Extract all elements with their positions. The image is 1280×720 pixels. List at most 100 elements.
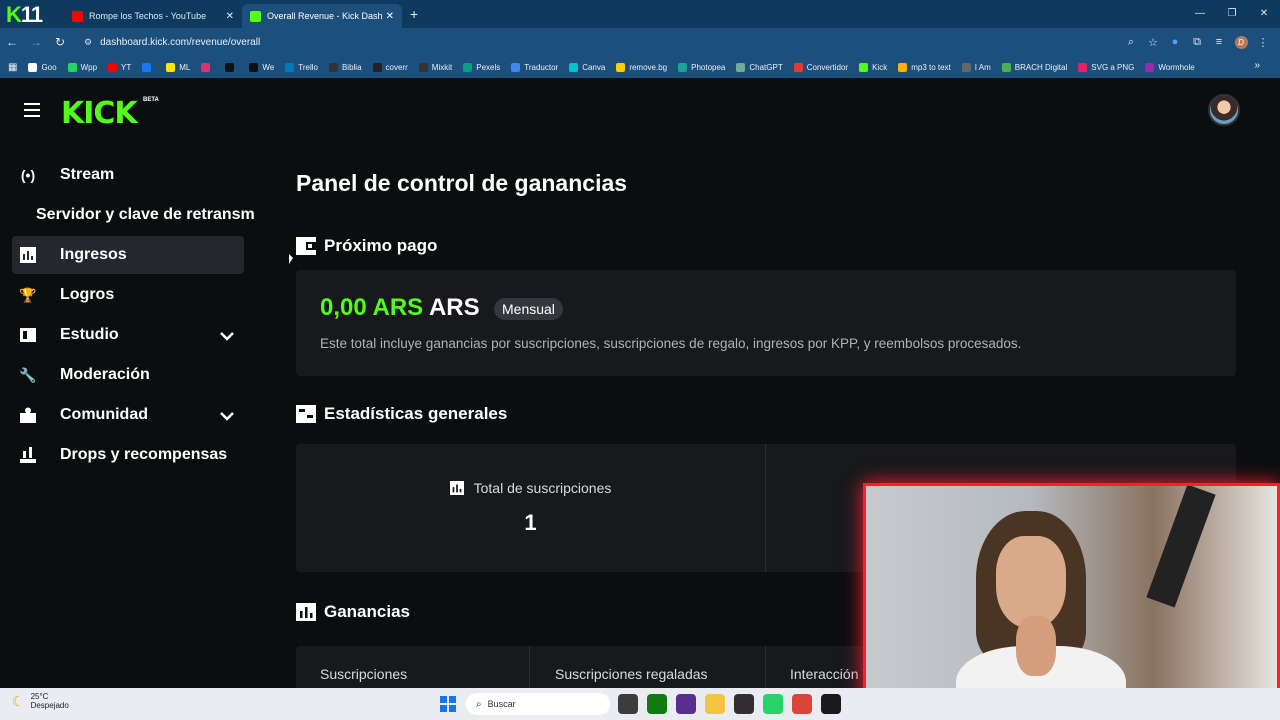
bookmark-favicon-icon xyxy=(463,62,473,72)
streamer-video xyxy=(956,496,1126,717)
weather-widget[interactable]: ☾ 25°C Despejado xyxy=(12,692,69,710)
bookmark-item[interactable]: Canva xyxy=(569,62,605,72)
bookmark-favicon-icon xyxy=(898,62,908,72)
extension-icon[interactable]: ● xyxy=(1164,36,1186,48)
close-icon[interactable]: ✕ xyxy=(226,11,234,22)
user-avatar[interactable] xyxy=(1208,94,1240,126)
bookmark-item[interactable]: I Am xyxy=(961,62,991,72)
sidebar-item-ingresos[interactable]: Ingresos xyxy=(12,236,244,274)
bookmark-label: Traductor xyxy=(524,62,559,72)
search-icon: ⌕ xyxy=(476,698,482,710)
payment-amount: 0,00 ARS ARS xyxy=(320,294,480,321)
whatsapp-icon[interactable] xyxy=(763,694,783,714)
bookmark-item[interactable]: YT xyxy=(108,62,131,72)
chrome-icon[interactable] xyxy=(792,694,812,714)
minimize-icon[interactable]: — xyxy=(1184,0,1216,28)
beta-label: BETA xyxy=(143,97,159,103)
extensions-puzzle-icon[interactable]: ⧉ xyxy=(1186,36,1208,49)
restore-icon[interactable]: ❐ xyxy=(1216,0,1248,28)
menu-icon[interactable]: ⋮ xyxy=(1252,36,1274,49)
new-tab-button[interactable]: + xyxy=(410,6,418,22)
bookmark-item[interactable]: SVG a PNG xyxy=(1078,62,1135,72)
general-stats-heading: Estadísticas generales xyxy=(296,404,507,424)
bookmark-label: SVG a PNG xyxy=(1091,62,1135,72)
community-icon xyxy=(20,407,36,423)
kick-logo[interactable]: KICK xyxy=(61,96,138,131)
windows-start-icon[interactable] xyxy=(440,696,456,712)
bookmark-item[interactable]: Kick xyxy=(859,62,887,72)
forward-icon[interactable]: → xyxy=(24,35,48,49)
bookmark-label: BRACH Digital xyxy=(1014,62,1068,72)
sidebar-item-stream-key[interactable]: Servidor y clave de retransm xyxy=(12,196,262,234)
zoom-icon[interactable]: ⌕ xyxy=(1120,36,1142,49)
bookmark-item[interactable]: coverr xyxy=(372,62,408,72)
bookmark-item[interactable]: ChatGPT xyxy=(736,62,783,72)
taskbar-apps xyxy=(618,694,850,714)
back-icon[interactable]: ← xyxy=(0,35,24,49)
bookmark-item[interactable]: remove.bg xyxy=(616,62,667,72)
reload-icon[interactable]: ↻ xyxy=(48,35,72,49)
bookmark-favicon-icon xyxy=(166,62,176,72)
bookmark-item[interactable]: Wormhole xyxy=(1145,62,1195,72)
bookmark-item[interactable]: Trello xyxy=(285,62,318,72)
file-explorer-icon[interactable] xyxy=(705,694,725,714)
bookmark-item[interactable] xyxy=(201,62,214,72)
sidebar-item-estudio[interactable]: Estudio xyxy=(12,316,262,354)
sidebar-item-comunidad[interactable]: Comunidad xyxy=(12,396,262,434)
bookmark-item[interactable]: Wpp xyxy=(67,62,97,72)
weather-text: Despejado xyxy=(30,701,69,710)
tab-title: Overall Revenue - Kick Dashboard xyxy=(267,11,382,21)
site-info-icon[interactable]: ⚙ xyxy=(84,37,92,48)
sidebar-item-moderacion[interactable]: 🔧 Moderación xyxy=(12,356,262,394)
close-window-icon[interactable]: ✕ xyxy=(1248,0,1280,28)
bookmark-item[interactable]: BRACH Digital xyxy=(1001,62,1068,72)
address-bar: ← → ↻ ⚙ dashboard.kick.com/revenue/overa… xyxy=(0,28,1280,56)
bookmark-item[interactable]: Photopea xyxy=(678,62,725,72)
bookmark-label: Trello xyxy=(298,62,318,72)
section-title: Ganancias xyxy=(324,602,410,621)
profile-icon[interactable]: D xyxy=(1230,35,1252,49)
bookmark-favicon-icon xyxy=(67,62,77,72)
app-icon[interactable] xyxy=(676,694,696,714)
bookmark-favicon-icon xyxy=(511,62,521,72)
bookmark-item[interactable]: Convertidor xyxy=(793,62,848,72)
bookmark-item[interactable]: ML xyxy=(166,62,190,72)
app-icon[interactable] xyxy=(821,694,841,714)
bookmark-item[interactable]: Traductor xyxy=(511,62,559,72)
chevron-down-icon[interactable] xyxy=(220,408,234,426)
bookmark-item[interactable]: We xyxy=(249,62,274,72)
url-field[interactable]: ⚙ dashboard.kick.com/revenue/overall xyxy=(78,31,1120,53)
obs-icon[interactable] xyxy=(734,694,754,714)
bookmark-item[interactable]: Biblia xyxy=(328,62,362,72)
bookmark-label: Goo xyxy=(41,62,57,72)
taskbar-search[interactable]: ⌕ Buscar xyxy=(466,693,610,715)
sidebar-item-stream[interactable]: (•) Stream xyxy=(12,156,262,194)
tab-youtube[interactable]: Rompe los Techos - YouTube ✕ xyxy=(64,4,242,28)
tab-title: Rompe los Techos - YouTube xyxy=(89,11,207,21)
bookmark-item[interactable]: mp3 to text xyxy=(898,62,951,72)
bookmark-item[interactable]: Pexels xyxy=(463,62,500,72)
hamburger-menu-icon[interactable] xyxy=(24,103,40,117)
chevron-down-icon[interactable] xyxy=(220,328,234,346)
bookmark-item[interactable] xyxy=(225,62,238,72)
xbox-icon[interactable] xyxy=(647,694,667,714)
frequency-badge: Mensual xyxy=(494,298,563,320)
sidebar-item-drops[interactable]: Drops y recompensas xyxy=(12,436,262,474)
close-icon[interactable]: ✕ xyxy=(386,11,394,22)
bookmark-item[interactable]: Mixkit xyxy=(418,62,452,72)
bookmark-item[interactable] xyxy=(142,62,155,72)
task-view-icon[interactable] xyxy=(618,694,638,714)
media-icon[interactable]: ≡ xyxy=(1208,36,1230,48)
search-placeholder: Buscar xyxy=(487,699,516,709)
page-title: Panel de control de ganancias xyxy=(296,170,628,196)
bookmark-favicon-icon xyxy=(961,62,971,72)
sidebar-item-logros[interactable]: 🏆 Logros xyxy=(12,276,262,314)
more-bookmarks-icon[interactable]: » xyxy=(1254,60,1260,71)
bookmark-item[interactable]: Goo xyxy=(28,62,57,72)
apps-grid-icon[interactable]: ▦ xyxy=(8,62,17,73)
tab-kick-dashboard[interactable]: Overall Revenue - Kick Dashboard ✕ xyxy=(242,4,402,28)
section-title: Estadísticas generales xyxy=(324,404,508,423)
sidebar: (•) Stream Servidor y clave de retransm … xyxy=(12,156,262,476)
bookmark-star-icon[interactable]: ☆ xyxy=(1142,36,1164,49)
next-payment-card: 0,00 ARS ARS Mensual Este total incluye … xyxy=(296,270,1236,376)
